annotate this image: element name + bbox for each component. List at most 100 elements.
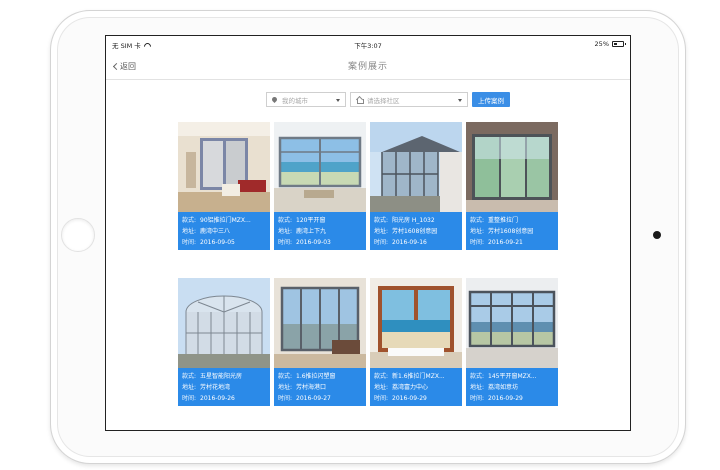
battery-icon <box>612 41 626 47</box>
case-card[interactable]: 款式: 五星智能阳光房 地址: 芳村花地湾 时间: 2016-09-26 <box>178 278 270 406</box>
case-photo[interactable] <box>274 122 366 212</box>
case-style: 新1.6推拉门MZX... <box>392 373 445 380</box>
case-date: 2016-09-21 <box>488 239 523 246</box>
case-style: 重整推拉门 <box>488 217 519 224</box>
case-photo[interactable] <box>178 122 270 212</box>
case-style: 五星智能阳光房 <box>200 373 243 380</box>
address-row: 地址: 芳村1608创意园 <box>470 226 554 237</box>
location-pin-icon <box>270 95 279 104</box>
time-label: 时间: <box>470 239 485 246</box>
case-address: 芳村花地湾 <box>200 384 231 391</box>
case-style: 90铝推拉门MZX... <box>200 217 251 224</box>
style-row: 款式: 阳光房 H_1032 <box>374 215 458 226</box>
address-row: 地址: 芳村1608创意园 <box>374 226 458 237</box>
case-style: 120平开窗 <box>296 217 326 224</box>
time-label: 时间: <box>374 395 389 402</box>
case-info: 款式: 阳光房 H_1032 地址: 芳村1608创意园 时间: 2016-09… <box>370 212 462 250</box>
case-date: 2016-09-03 <box>296 239 331 246</box>
address-row: 地址: 荔湾富力中心 <box>374 382 458 393</box>
case-address: 鹿湾上下九 <box>296 228 327 235</box>
time-label: 时间: <box>182 395 197 402</box>
case-style: 145平开窗MZX... <box>488 373 537 380</box>
time-row: 时间: 2016-09-03 <box>278 237 362 248</box>
style-label: 款式: <box>470 217 485 224</box>
case-date: 2016-09-26 <box>200 395 235 402</box>
battery-percent: 25% <box>594 40 609 48</box>
case-info: 款式: 五星智能阳光房 地址: 芳村花地湾 时间: 2016-09-26 <box>178 368 270 406</box>
style-row: 款式: 1.6推拉闪塑窗 <box>278 371 362 382</box>
case-date: 2016-09-29 <box>392 395 427 402</box>
case-info: 款式: 120平开窗 地址: 鹿湾上下九 时间: 2016-09-03 <box>274 212 366 250</box>
case-date: 2016-09-16 <box>392 239 427 246</box>
page-title: 案例展示 <box>347 62 388 72</box>
caret-down-icon <box>336 99 340 102</box>
case-style: 阳光房 H_1032 <box>392 217 435 224</box>
case-info: 款式: 145平开窗MZX... 地址: 荔湾如意坊 时间: 2016-09-2… <box>466 368 558 406</box>
case-photo[interactable] <box>466 278 558 368</box>
case-photo[interactable] <box>370 278 462 368</box>
camera-icon <box>653 231 661 239</box>
address-row: 地址: 荔湾如意坊 <box>470 382 554 393</box>
case-card[interactable]: 款式: 新1.6推拉门MZX... 地址: 荔湾富力中心 时间: 2016-09… <box>370 278 462 406</box>
style-label: 款式: <box>374 217 389 224</box>
home-button[interactable] <box>61 218 95 252</box>
app-screen: 无 SIM 卡 下午3:07 25% 返回 案例展示 我的城市 请选择社区 上传… <box>105 35 631 431</box>
case-info: 款式: 重整推拉门 地址: 芳村1608创意园 时间: 2016-09-21 <box>466 212 558 250</box>
time-row: 时间: 2016-09-29 <box>374 393 458 404</box>
case-photo[interactable] <box>370 122 462 212</box>
time-row: 时间: 2016-09-16 <box>374 237 458 248</box>
time-label: 时间: <box>278 395 293 402</box>
time-row: 时间: 2016-09-05 <box>182 237 266 248</box>
time-label: 时间: <box>470 395 485 402</box>
case-card[interactable]: 款式: 1.6推拉闪塑窗 地址: 芳村海港口 时间: 2016-09-27 <box>274 278 366 406</box>
style-label: 款式: <box>374 373 389 380</box>
style-label: 款式: <box>470 373 485 380</box>
time-label: 时间: <box>374 239 389 246</box>
time-label: 时间: <box>182 239 197 246</box>
case-address: 芳村海港口 <box>296 384 327 391</box>
status-bar: 无 SIM 卡 下午3:07 25% <box>106 36 630 52</box>
address-label: 地址: <box>374 228 389 235</box>
case-photo[interactable] <box>466 122 558 212</box>
community-select-placeholder: 请选择社区 <box>367 96 400 105</box>
style-label: 款式: <box>182 217 197 224</box>
nav-bar: 返回 案例展示 <box>106 52 630 80</box>
case-address: 荔湾富力中心 <box>392 384 429 391</box>
style-row: 款式: 新1.6推拉门MZX... <box>374 371 458 382</box>
status-time: 下午3:07 <box>354 42 382 50</box>
style-label: 款式: <box>182 373 197 380</box>
case-card[interactable]: 款式: 145平开窗MZX... 地址: 荔湾如意坊 时间: 2016-09-2… <box>466 278 558 406</box>
case-card[interactable]: 款式: 90铝推拉门MZX... 地址: 鹿湾中三八 时间: 2016-09-0… <box>178 122 270 250</box>
filter-bar: 我的城市 请选择社区 上传案例 <box>266 92 510 107</box>
upload-case-button[interactable]: 上传案例 <box>472 92 510 107</box>
home-icon <box>356 97 364 104</box>
case-card[interactable]: 款式: 阳光房 H_1032 地址: 芳村1608创意园 时间: 2016-09… <box>370 122 462 250</box>
case-info: 款式: 1.6推拉闪塑窗 地址: 芳村海港口 时间: 2016-09-27 <box>274 368 366 406</box>
style-row: 款式: 90铝推拉门MZX... <box>182 215 266 226</box>
time-row: 时间: 2016-09-27 <box>278 393 362 404</box>
address-label: 地址: <box>182 384 197 391</box>
case-style: 1.6推拉闪塑窗 <box>296 373 336 380</box>
case-photo[interactable] <box>178 278 270 368</box>
community-select[interactable]: 请选择社区 <box>350 92 468 107</box>
address-row: 地址: 鹿湾上下九 <box>278 226 362 237</box>
address-label: 地址: <box>374 384 389 391</box>
address-label: 地址: <box>182 228 197 235</box>
address-label: 地址: <box>470 228 485 235</box>
style-row: 款式: 120平开窗 <box>278 215 362 226</box>
address-row: 地址: 芳村花地湾 <box>182 382 266 393</box>
time-row: 时间: 2016-09-21 <box>470 237 554 248</box>
address-row: 地址: 芳村海港口 <box>278 382 362 393</box>
case-date: 2016-09-05 <box>200 239 235 246</box>
city-select[interactable]: 我的城市 <box>266 92 346 107</box>
case-address: 鹿湾中三八 <box>200 228 231 235</box>
time-label: 时间: <box>278 239 293 246</box>
case-date: 2016-09-27 <box>296 395 331 402</box>
style-label: 款式: <box>278 217 293 224</box>
time-row: 时间: 2016-09-26 <box>182 393 266 404</box>
case-photo[interactable] <box>274 278 366 368</box>
case-card[interactable]: 款式: 120平开窗 地址: 鹿湾上下九 时间: 2016-09-03 <box>274 122 366 250</box>
case-info: 款式: 90铝推拉门MZX... 地址: 鹿湾中三八 时间: 2016-09-0… <box>178 212 270 250</box>
case-date: 2016-09-29 <box>488 395 523 402</box>
case-card[interactable]: 款式: 重整推拉门 地址: 芳村1608创意园 时间: 2016-09-21 <box>466 122 558 250</box>
